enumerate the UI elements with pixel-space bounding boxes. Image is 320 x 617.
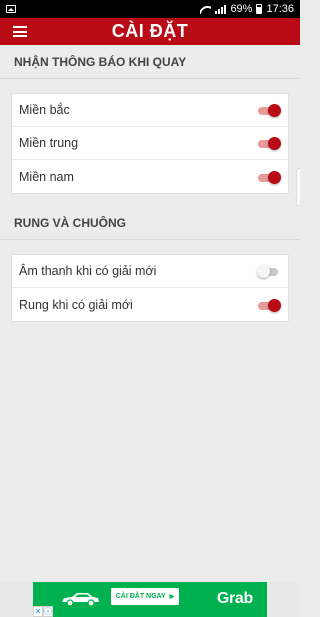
toggle-switch-mien-bac[interactable] [258,102,281,118]
settings-group-notifications: Miền bắc Miền trung Miền nam [11,93,289,194]
setting-label: Miền trung [19,136,79,150]
scroll-edge-handle[interactable] [296,168,300,206]
setting-label: Âm thanh khi có giải mới [19,264,157,278]
image-notification-icon [6,5,16,13]
ad-choices: ✕ ⓘ [33,606,53,617]
battery-percent: 69% [230,3,253,15]
ad-banner[interactable]: CÀI ĐẶT NGAY ▶ Grab [33,582,267,617]
toggle-switch-sound[interactable] [257,263,280,279]
page-title: CÀI ĐẶT [111,21,189,41]
toggle-switch-vibrate[interactable] [258,297,281,313]
install-button-label: CÀI ĐẶT NGAY [115,593,166,600]
arrow-right-icon: ▶ [169,594,175,600]
status-right: 69% 17:36 [200,3,294,15]
ad-zone: CÀI ĐẶT NGAY ▶ Grab ✕ ⓘ [0,582,300,617]
section-header-vibrate-sound: RUNG VÀ CHUÔNG [0,206,300,240]
setting-row-vibrate[interactable]: Rung khi có giải mới [12,288,288,321]
battery-icon [256,4,263,14]
setting-row-mien-trung[interactable]: Miền trung [12,127,288,160]
ad-info-icon[interactable]: ⓘ [43,606,53,617]
setting-label: Miền bắc [19,103,70,117]
status-left [6,5,16,13]
car-icon [62,593,99,606]
toggle-switch-mien-nam[interactable] [258,169,281,185]
wifi-icon [200,5,211,14]
setting-row-mien-nam[interactable]: Miền nam [12,160,288,193]
status-time: 17:36 [266,3,294,15]
ad-close-icon[interactable]: ✕ [33,606,43,617]
grab-logo: Grab [216,590,253,607]
section-header-notifications: NHẬN THÔNG BÁO KHI QUAY [0,45,300,79]
install-now-button[interactable]: CÀI ĐẶT NGAY ▶ [111,588,179,605]
hamburger-menu-icon[interactable] [13,26,27,37]
setting-row-mien-bac[interactable]: Miền bắc [12,94,288,127]
setting-label: Miền nam [19,169,74,184]
settings-group-vibrate-sound: Âm thanh khi có giải mới Rung khi có giả… [11,254,289,322]
setting-row-sound[interactable]: Âm thanh khi có giải mới [12,255,288,288]
toggle-switch-mien-trung[interactable] [258,135,281,151]
app-header: CÀI ĐẶT [0,18,300,45]
status-bar: 69% 17:36 [0,0,300,18]
setting-label: Rung khi có giải mới [19,297,133,312]
signal-icon [215,4,227,14]
